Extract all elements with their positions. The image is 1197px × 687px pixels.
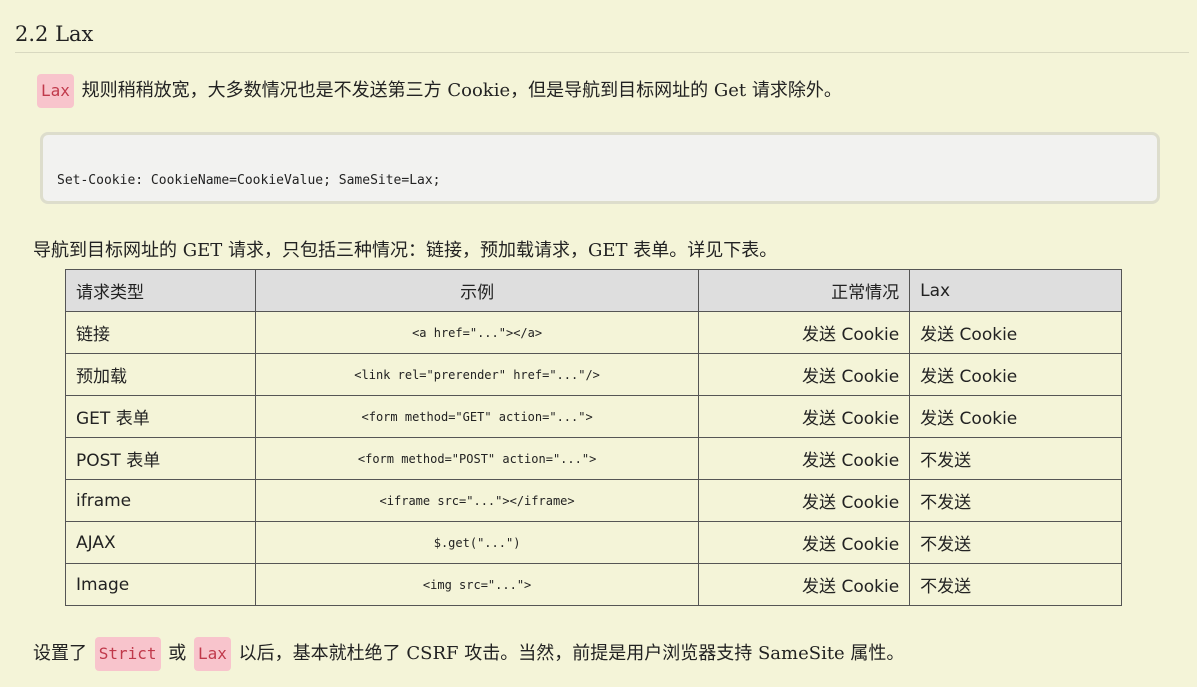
cell-example: <link rel="prerender" href="..."/> [254,353,700,396]
cell-type: iframe [65,479,256,522]
section-heading: 2.2 Lax [15,20,1189,53]
cell-type: Image [65,563,256,606]
cell-normal: 发送 Cookie [698,563,911,606]
footer-suffix: 以后，基本就杜绝了 CSRF 攻击。当然，前提是用户浏览器支持 SameSite… [238,643,905,664]
cell-normal: 发送 Cookie [698,437,911,480]
cell-lax: 不发送 [909,479,1122,522]
cell-lax: 发送 Cookie [909,311,1122,354]
table-row: iframe <iframe src="..."></iframe> 发送 Co… [65,479,1122,522]
code-block: Set-Cookie: CookieName=CookieValue; Same… [40,132,1160,204]
table-intro: 导航到目标网址的 GET 请求，只包括三种情况：链接，预加载请求，GET 表单。… [33,240,778,261]
header-normal: 正常情况 [698,269,911,312]
cell-example: <iframe src="..."></iframe> [254,479,700,522]
header-lax: Lax [909,269,1122,312]
cell-lax: 不发送 [909,563,1122,606]
footer-middle: 或 [168,643,187,664]
cell-example: <img src="..."> [254,563,700,606]
table-row: Image <img src="..."> 发送 Cookie 不发送 [65,563,1122,606]
header-request-type: 请求类型 [65,269,256,312]
intro-paragraph: Lax 规则稍稍放宽，大多数情况也是不发送第三方 Cookie，但是导航到目标网… [35,74,842,108]
cell-type: GET 表单 [65,395,256,438]
cell-normal: 发送 Cookie [698,479,911,522]
footer-paragraph: 设置了 Strict 或 Lax 以后，基本就杜绝了 CSRF 攻击。当然，前提… [33,637,904,671]
cell-lax: 不发送 [909,437,1122,480]
table-row: GET 表单 <form method="GET" action="..."> … [65,395,1122,438]
table-header-row: 请求类型 示例 正常情况 Lax [65,269,1122,312]
cell-example: $.get("...") [254,521,700,564]
inline-code-lax: Lax [194,637,231,671]
intro-text: 规则稍稍放宽，大多数情况也是不发送第三方 Cookie，但是导航到目标网址的 G… [81,80,842,101]
cell-example: <a href="..."></a> [254,311,700,354]
inline-code-lax: Lax [37,74,74,108]
header-example: 示例 [254,269,700,312]
cell-type: 链接 [65,311,256,354]
cell-normal: 发送 Cookie [698,395,911,438]
cell-type: AJAX [65,521,256,564]
cell-normal: 发送 Cookie [698,311,911,354]
table-row: POST 表单 <form method="POST" action="..."… [65,437,1122,480]
cell-normal: 发送 Cookie [698,353,911,396]
cell-example: <form method="GET" action="..."> [254,395,700,438]
cell-example: <form method="POST" action="..."> [254,437,700,480]
cell-normal: 发送 Cookie [698,521,911,564]
cell-lax: 发送 Cookie [909,353,1122,396]
cell-type: POST 表单 [65,437,256,480]
cell-lax: 不发送 [909,521,1122,564]
cell-type: 预加载 [65,353,256,396]
footer-prefix: 设置了 [33,643,87,664]
table-row: AJAX $.get("...") 发送 Cookie 不发送 [65,521,1122,564]
cell-lax: 发送 Cookie [909,395,1122,438]
table-row: 链接 <a href="..."></a> 发送 Cookie 发送 Cooki… [65,311,1122,354]
request-table: 请求类型 示例 正常情况 Lax 链接 <a href="..."></a> 发… [65,269,1122,606]
table-row: 预加载 <link rel="prerender" href="..."/> 发… [65,353,1122,396]
code-text: Set-Cookie: CookieName=CookieValue; Same… [57,173,441,188]
inline-code-strict: Strict [94,637,161,671]
